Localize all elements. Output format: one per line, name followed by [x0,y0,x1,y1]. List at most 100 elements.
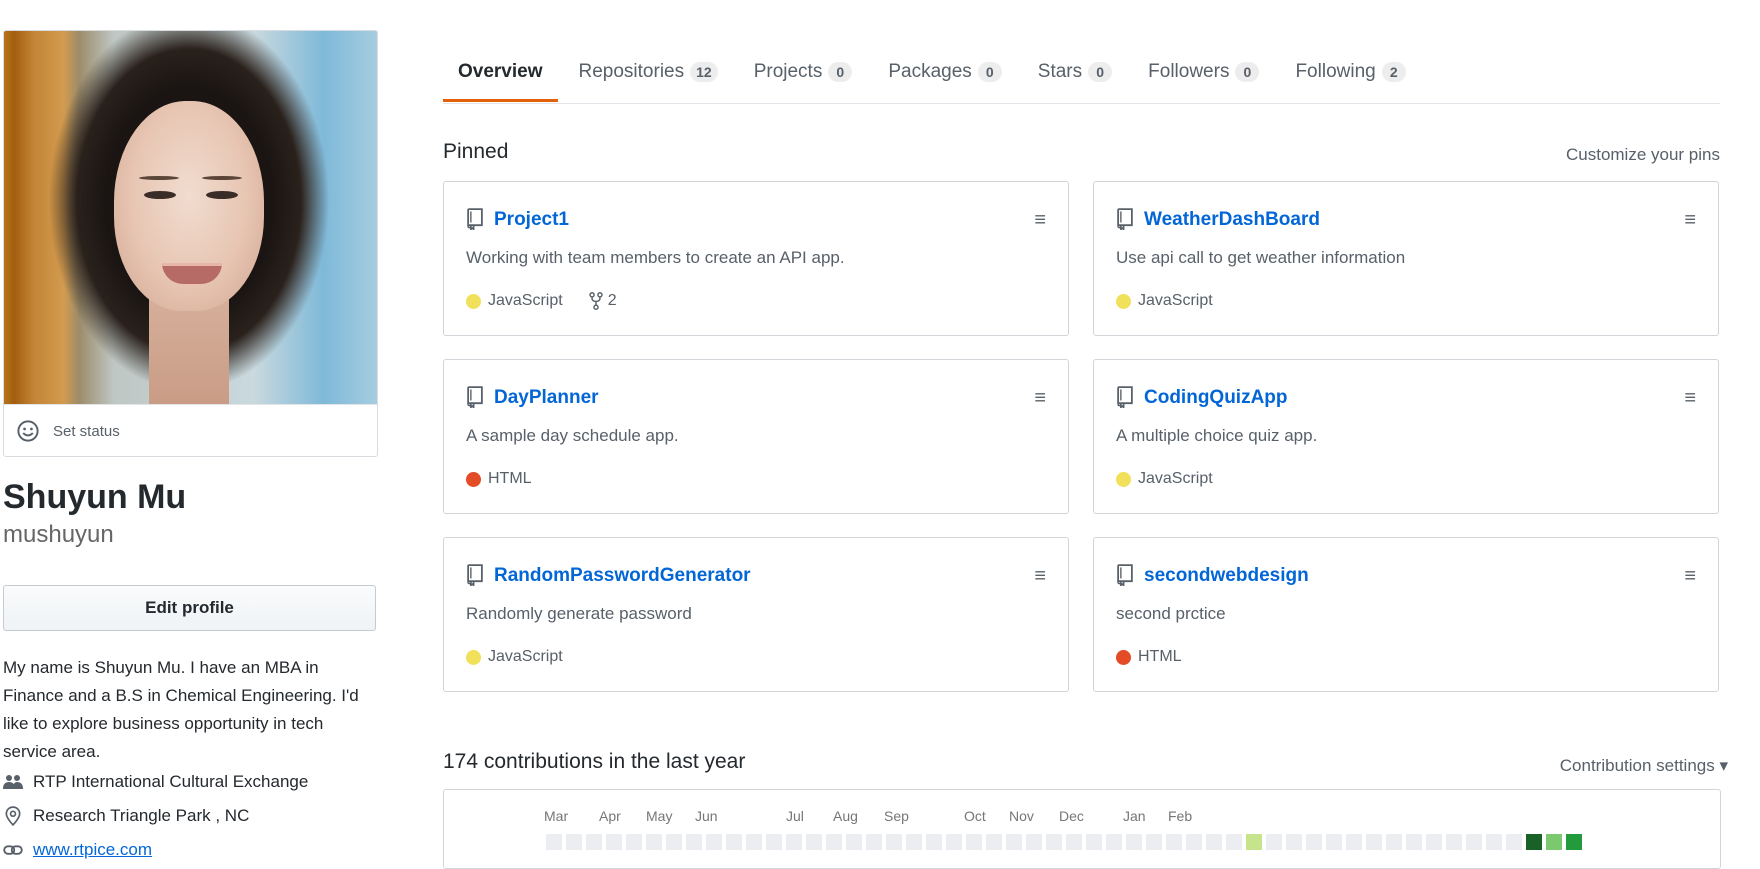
contribution-day[interactable] [986,834,1002,850]
contribution-day[interactable] [586,834,602,850]
language-color-dot [466,293,481,309]
tab-overview[interactable]: Overview [443,42,558,102]
repo-icon [467,386,483,408]
contribution-day[interactable] [1126,834,1142,850]
repo-name-link[interactable]: Project1 [494,209,569,231]
contribution-day[interactable] [1306,834,1322,850]
contribution-day[interactable] [686,834,702,850]
contribution-day[interactable] [746,834,762,850]
organization-label: RTP International Cultural Exchange [33,772,309,791]
profile-website[interactable]: www.rtpice.com [3,836,383,864]
contribution-day[interactable] [1546,834,1562,850]
contribution-day[interactable] [1286,834,1302,850]
contribution-day[interactable] [886,834,902,850]
repo-name-link[interactable]: secondwebdesign [1144,565,1309,587]
contribution-day[interactable] [626,834,642,850]
contribution-day[interactable] [1486,834,1502,850]
contribution-day[interactable] [1226,834,1242,850]
contribution-month-label: Jul [786,808,804,824]
smiley-icon [17,420,39,442]
contribution-day[interactable] [1566,834,1582,850]
website-link[interactable]: www.rtpice.com [33,840,152,860]
contribution-day[interactable] [866,834,882,850]
contribution-day[interactable] [646,834,662,850]
repo-name-link[interactable]: DayPlanner [494,387,599,409]
contribution-day[interactable] [1326,834,1342,850]
contribution-day[interactable] [1026,834,1042,850]
tab-label: Overview [458,61,543,82]
contribution-day[interactable] [706,834,722,850]
avatar[interactable] [4,31,377,404]
customize-pins-link[interactable]: Customize your pins [1566,145,1720,165]
repo-name-link[interactable]: CodingQuizApp [1144,387,1288,409]
drag-handle-icon[interactable]: ≡ [1684,566,1696,586]
avatar-brow-right [202,176,242,180]
repo-icon [467,208,483,230]
contribution-day[interactable] [1006,834,1022,850]
pinned-repo-card: CodingQuizApp ≡ A multiple choice quiz a… [1093,359,1719,514]
contribution-day[interactable] [1066,834,1082,850]
contribution-day[interactable] [1166,834,1182,850]
profile-bio: My name is Shuyun Mu. I have an MBA in F… [3,658,359,761]
contribution-day[interactable] [786,834,802,850]
contribution-month-label: May [646,808,673,824]
contribution-day[interactable] [1146,834,1162,850]
contribution-day[interactable] [666,834,682,850]
tab-count: 0 [1235,62,1260,82]
drag-handle-icon[interactable]: ≡ [1684,210,1696,230]
tab-count: 0 [828,62,853,82]
contribution-day[interactable] [726,834,742,850]
contribution-day[interactable] [1106,834,1122,850]
contribution-day[interactable] [1266,834,1282,850]
link-icon [3,845,23,855]
tab-repositories[interactable]: Repositories 12 [564,42,733,102]
contribution-day[interactable] [546,834,562,850]
contribution-day[interactable] [1386,834,1402,850]
tab-projects[interactable]: Projects 0 [739,42,868,102]
drag-handle-icon[interactable]: ≡ [1034,388,1046,408]
tab-label: Projects [753,61,823,82]
repo-name-link[interactable]: WeatherDashBoard [1144,209,1320,231]
contribution-day[interactable] [1446,834,1462,850]
contribution-day[interactable] [826,834,842,850]
contribution-day[interactable] [1366,834,1382,850]
avatar-brow-left [139,176,179,180]
contribution-day[interactable] [946,834,962,850]
contribution-day[interactable] [766,834,782,850]
contribution-day[interactable] [1046,834,1062,850]
contribution-day[interactable] [1506,834,1522,850]
contribution-day[interactable] [566,834,582,850]
contribution-day[interactable] [1086,834,1102,850]
profile-location: Research Triangle Park , NC [3,802,383,830]
contribution-day[interactable] [1466,834,1482,850]
contribution-day[interactable] [966,834,982,850]
contribution-day[interactable] [1406,834,1422,850]
contribution-day[interactable] [846,834,862,850]
contribution-settings-dropdown[interactable]: Contribution settings ▾ [1560,756,1728,776]
drag-handle-icon[interactable]: ≡ [1684,388,1696,408]
tab-followers[interactable]: Followers 0 [1133,42,1274,102]
contribution-day[interactable] [1206,834,1222,850]
contribution-day[interactable] [1246,834,1262,850]
contribution-day[interactable] [1426,834,1442,850]
contribution-day[interactable] [606,834,622,850]
contribution-day[interactable] [1526,834,1542,850]
tab-packages[interactable]: Packages 0 [873,42,1016,102]
contribution-day[interactable] [1186,834,1202,850]
repo-meta: JavaScript [466,648,563,666]
contribution-day[interactable] [806,834,822,850]
contribution-day[interactable] [1346,834,1362,850]
repo-icon [1117,208,1133,230]
drag-handle-icon[interactable]: ≡ [1034,210,1046,230]
set-status-button[interactable]: Set status [4,404,377,456]
contribution-day[interactable] [926,834,942,850]
profile-username: mushuyun [3,521,114,548]
tab-following[interactable]: Following 2 [1280,42,1420,102]
repo-forks[interactable]: 2 [588,292,617,310]
profile-fullname: Shuyun Mu [3,478,187,516]
drag-handle-icon[interactable]: ≡ [1034,566,1046,586]
edit-profile-button[interactable]: Edit profile [3,585,376,631]
repo-name-link[interactable]: RandomPasswordGenerator [494,565,751,587]
tab-stars[interactable]: Stars 0 [1023,42,1127,102]
contribution-day[interactable] [906,834,922,850]
